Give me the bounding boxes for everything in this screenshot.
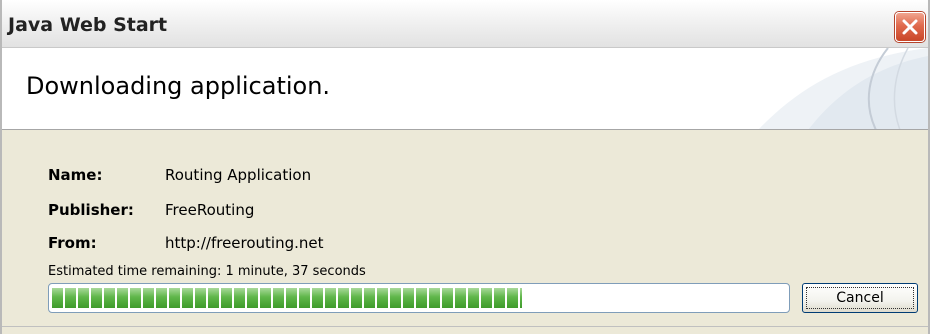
header-panel: Downloading application.: [2, 48, 928, 130]
time-remaining-text: Estimated time remaining: 1 minute, 37 s…: [48, 264, 366, 279]
from-value: http://freerouting.net: [165, 234, 324, 252]
title-bar[interactable]: Java Web Start: [2, 0, 928, 48]
publisher-value: FreeRouting: [165, 201, 255, 219]
close-button[interactable]: [895, 12, 925, 42]
publisher-label: Publisher:: [48, 201, 134, 219]
header-title: Downloading application.: [26, 72, 331, 100]
name-value: Routing Application: [165, 166, 312, 184]
header-swoosh-graphic: [758, 48, 928, 129]
cancel-button-label: Cancel: [836, 290, 884, 306]
cancel-button[interactable]: Cancel: [802, 283, 918, 313]
dialog-window: Java Web Start Downloading application. …: [0, 0, 930, 334]
bottom-divider: [2, 326, 928, 327]
name-label: Name:: [48, 166, 103, 184]
from-label: From:: [48, 234, 97, 252]
download-progress-bar: [48, 283, 790, 313]
progress-fill: [52, 288, 522, 308]
close-icon: [902, 19, 918, 35]
window-title: Java Web Start: [8, 14, 168, 36]
